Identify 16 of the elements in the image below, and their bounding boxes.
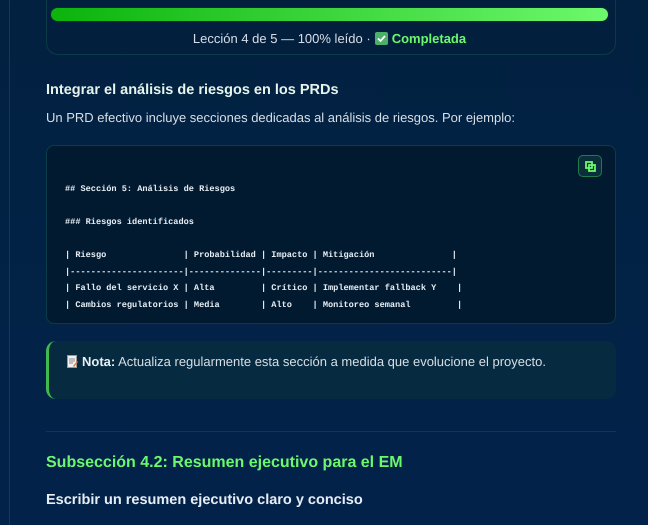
copy-button[interactable] — [578, 155, 602, 177]
subsection-heading: Escribir un resumen ejecutivo claro y conciso — [46, 492, 364, 508]
completion-status: Completada — [392, 31, 466, 46]
copy-icon — [584, 160, 596, 172]
code-line: | Cambios regulatorios | Media | Alto | Monitoreo semanal | — [65, 298, 464, 312]
subsection-title: Subsección 4.2: Resumen ejecutivo para el EM — [46, 454, 404, 472]
memo-icon — [67, 355, 78, 368]
code-line: ### Riesgos identificados — [65, 216, 195, 229]
code-line: |----------------------|--------------|---------|--------------------------| — [65, 266, 458, 278]
note-text: Nota: Actualiza regularmente esta sección a medida que evolucione el proyecto. — [82, 354, 546, 369]
code-line: | Riesgo | Probabilidad | Impacto | Mitigación | — [65, 249, 458, 262]
intro-paragraph: Un PRD efectivo incluye secciones dedicadas al análisis de riesgos. Por ejemplo: — [46, 110, 516, 125]
code-line: | Fallo del servicio X | Alta | Crítico | Implementar fallback Y | — [65, 282, 464, 295]
code-line: ## Sección 5: Análisis de Riesgos — [65, 183, 236, 196]
section-heading: Integrar el análisis de riesgos en los PRDs — [46, 82, 340, 98]
progress-label: Lección 4 de 5 — 100% leído · — [192, 31, 371, 46]
